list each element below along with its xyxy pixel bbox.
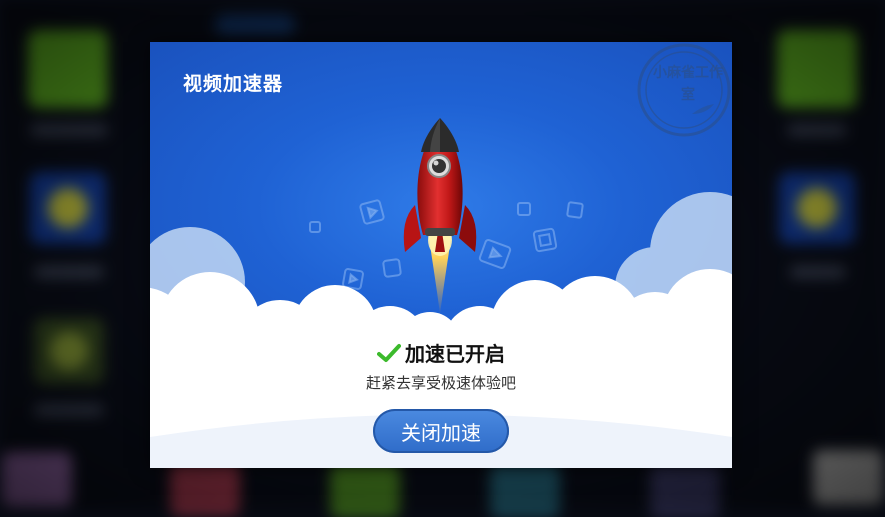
studio-seal-lettering: 小麻雀工作室 [653,62,723,106]
dialog-title: 视频加速器 [183,73,284,95]
check-icon [377,343,401,362]
status-row: 加速已开启 [150,338,732,367]
close-acceleration-button[interactable]: 关闭加速 [373,409,509,453]
status-text: 加速已开启 [405,342,505,366]
studio-seal-text: 小麻雀工作室 [653,65,723,103]
video-accelerator-dialog: 视频加速器 小麻雀工作室 加速已开启 赶紧去享受极速体验吧 关闭加速 [150,42,732,468]
status-subtitle: 赶紧去享受极速体验吧 [365,374,516,392]
